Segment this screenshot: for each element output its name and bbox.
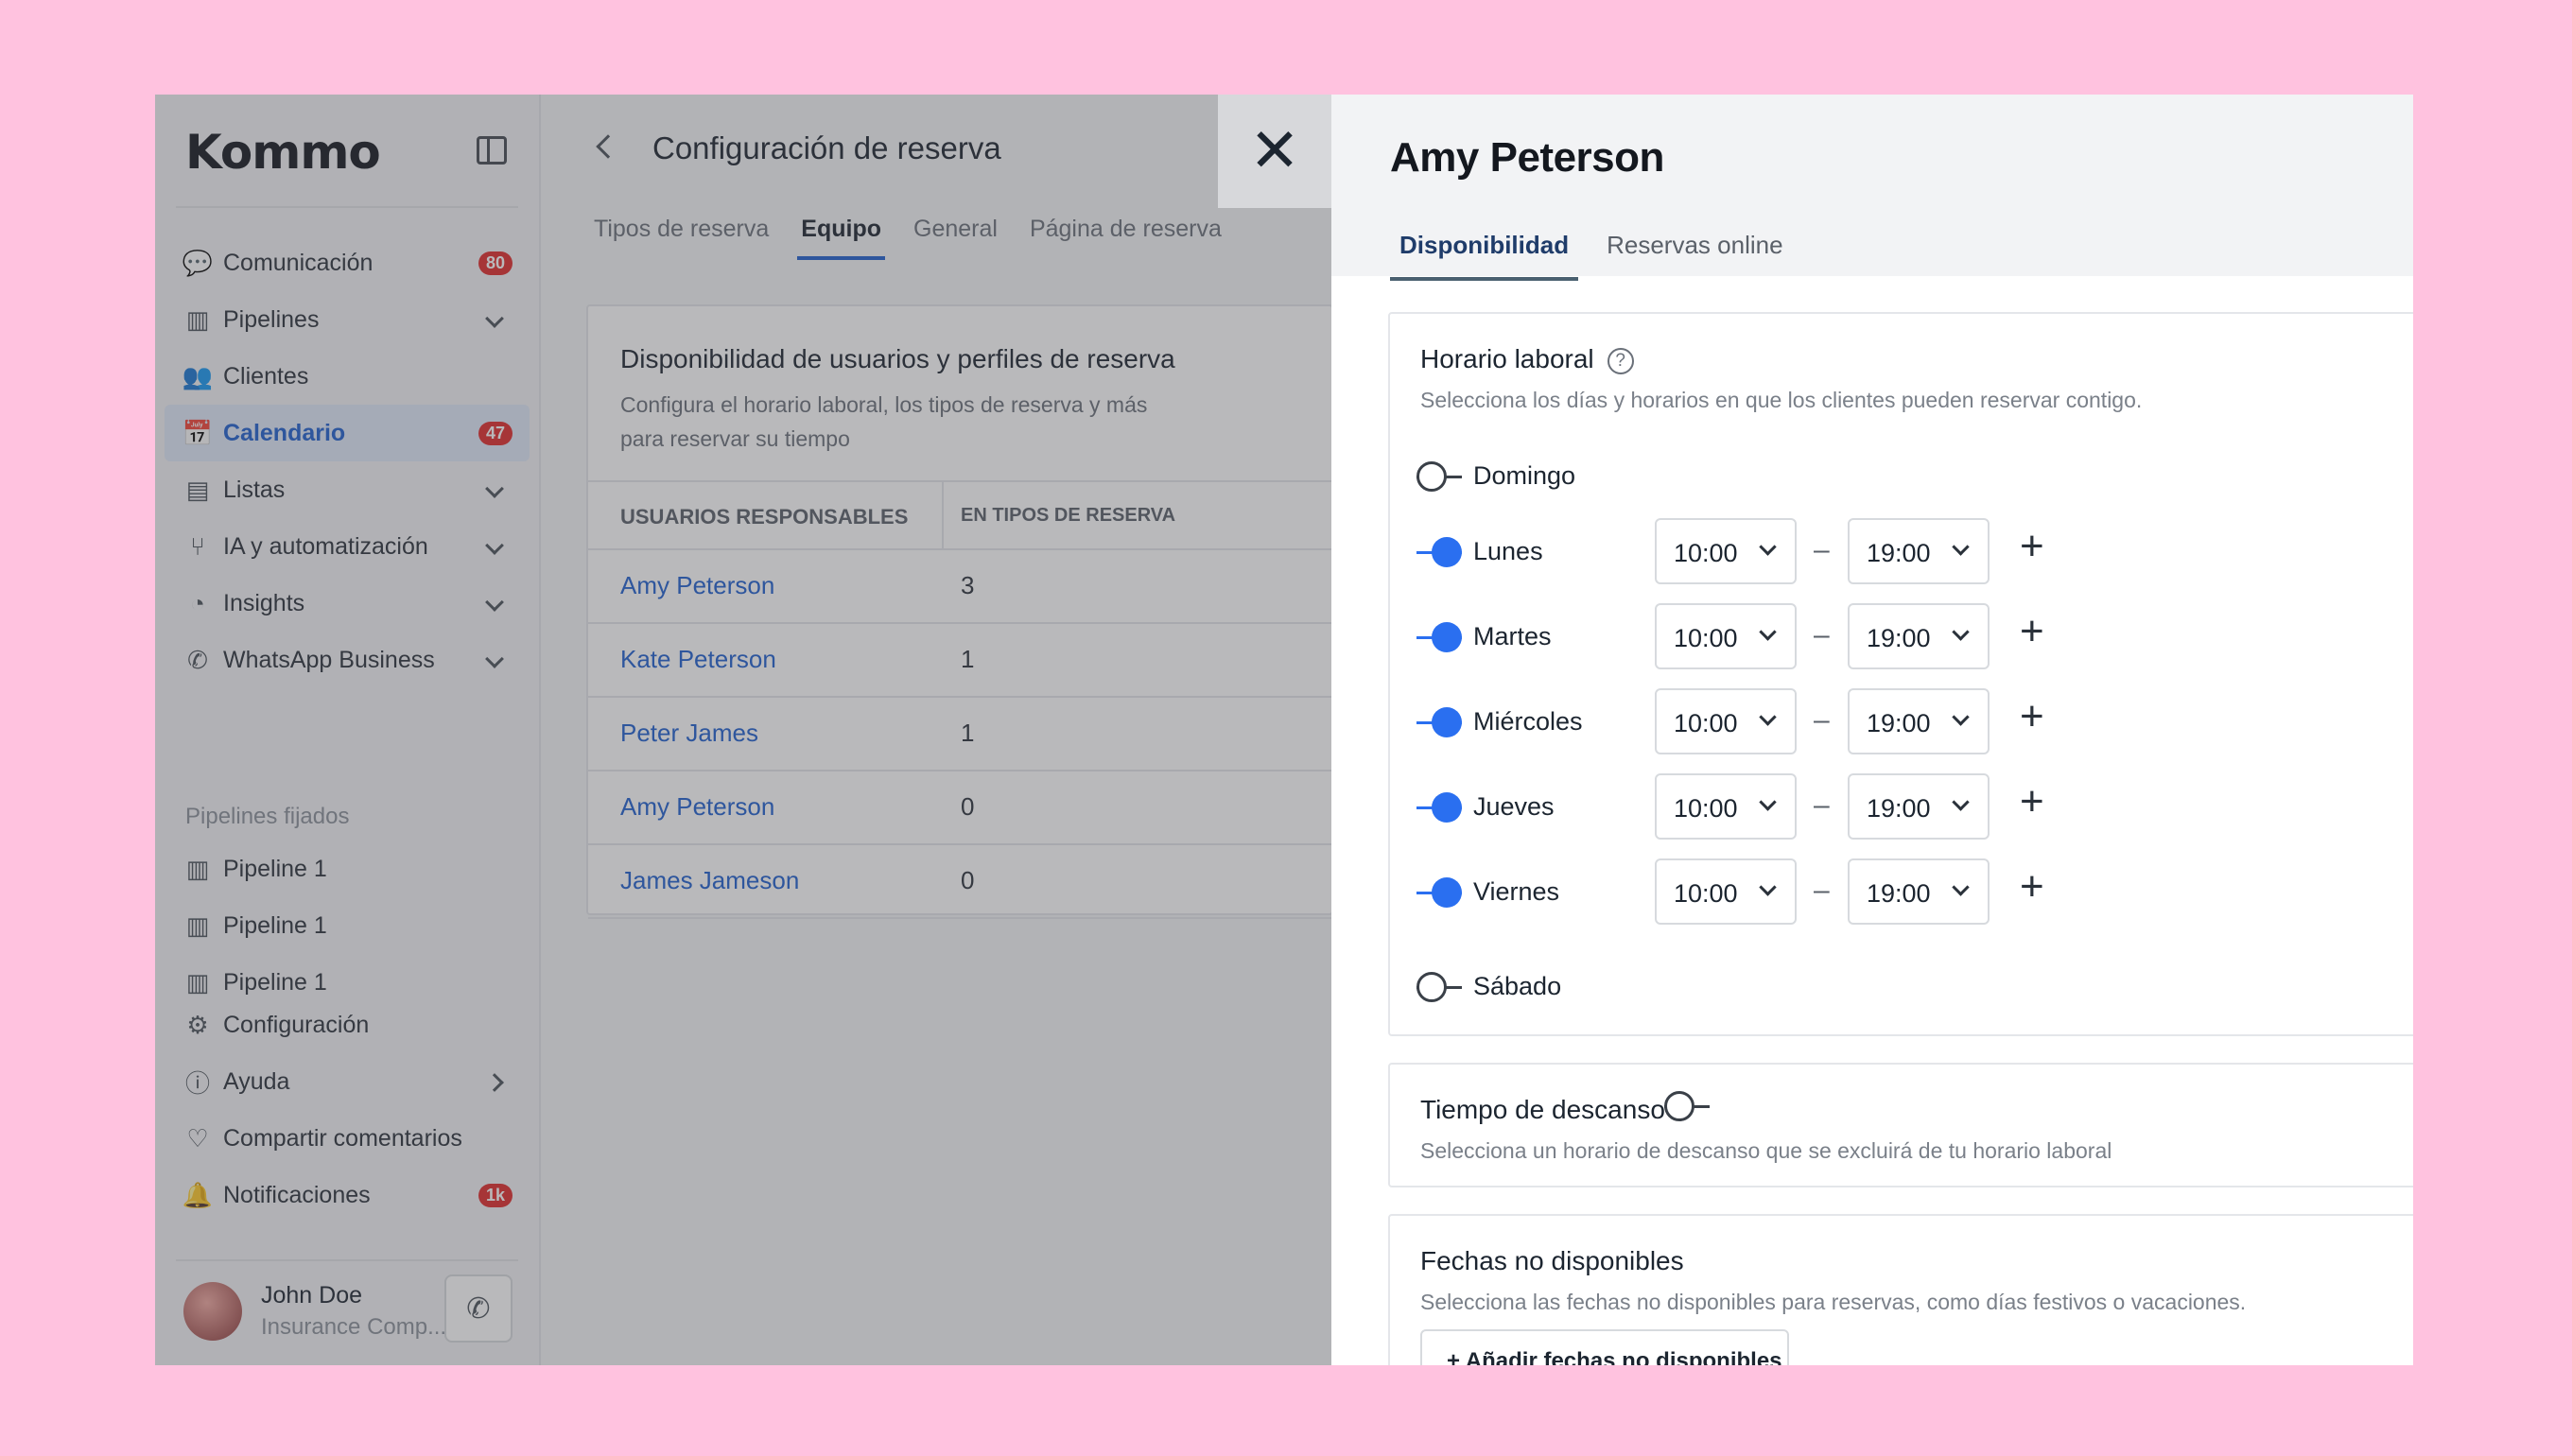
end-time-value: 19:00 — [1867, 624, 1931, 652]
start-time-value: 10:00 — [1674, 539, 1738, 567]
start-time-value: 10:00 — [1674, 709, 1738, 737]
unavailable-dates-title: Fechas no disponibles — [1420, 1246, 1684, 1275]
chevron-down-icon — [1952, 878, 1970, 896]
day-toggle[interactable] — [1416, 461, 1462, 492]
end-time-select[interactable]: 19:00 — [1848, 688, 1990, 754]
day-toggle[interactable] — [1416, 622, 1462, 652]
chevron-down-icon — [1759, 708, 1777, 726]
chevron-down-icon — [1952, 538, 1970, 556]
chevron-down-icon — [1759, 793, 1777, 811]
break-time-toggle[interactable] — [1664, 1091, 1710, 1121]
day-row-lunes: Lunes 10:00 – 19:00 + — [1416, 518, 2413, 584]
app-window: Kommo 💬 Comunicación 80 ▥ Pipelines 👥 Cl… — [155, 95, 2413, 1365]
chevron-down-icon — [1952, 708, 1970, 726]
range-separator: – — [1814, 704, 1830, 736]
end-time-value: 19:00 — [1867, 709, 1931, 737]
end-time-value: 19:00 — [1867, 539, 1931, 567]
end-time-select[interactable]: 19:00 — [1848, 518, 1990, 584]
range-separator: – — [1814, 534, 1830, 565]
start-time-select[interactable]: 10:00 — [1655, 518, 1797, 584]
section-title: Horario laboral? — [1420, 344, 1634, 374]
end-time-value: 19:00 — [1867, 879, 1931, 908]
panel-tabs: Disponibilidad Reservas online — [1390, 231, 1793, 281]
end-time-select[interactable]: 19:00 — [1848, 603, 1990, 669]
add-interval-icon[interactable]: + — [2020, 696, 2044, 737]
day-row-martes: Martes 10:00 – 19:00 + — [1416, 603, 2413, 669]
add-interval-icon[interactable]: + — [2020, 866, 2044, 908]
start-time-value: 10:00 — [1674, 794, 1738, 823]
chevron-down-icon — [1759, 623, 1777, 641]
day-row-jueves: Jueves 10:00 – 19:00 + — [1416, 773, 2413, 840]
user-availability-panel: Amy Peterson Disponibilidad Reservas onl… — [1331, 95, 2413, 1365]
day-label: Sábado — [1473, 972, 1562, 1000]
end-time-select[interactable]: 19:00 — [1848, 773, 1990, 840]
add-unavailable-dates-button[interactable]: + Añadir fechas no disponibles — [1420, 1329, 1789, 1365]
close-icon: ✕ — [1249, 116, 1300, 186]
day-label: Martes — [1473, 622, 1552, 650]
day-row-viernes: Viernes 10:00 – 19:00 + — [1416, 858, 2413, 925]
tab-reservas-online[interactable]: Reservas online — [1597, 231, 1792, 281]
range-separator: – — [1814, 789, 1830, 821]
start-time-select[interactable]: 10:00 — [1655, 688, 1797, 754]
close-button[interactable]: ✕ — [1218, 95, 1331, 208]
day-toggle[interactable] — [1416, 792, 1462, 823]
start-time-select[interactable]: 10:00 — [1655, 858, 1797, 925]
tab-disponibilidad[interactable]: Disponibilidad — [1390, 231, 1579, 281]
break-time-title: Tiempo de descanso — [1420, 1095, 1665, 1124]
panel-header: Amy Peterson Disponibilidad Reservas onl… — [1331, 95, 2413, 281]
working-hours-section: Horario laboral? Selecciona los días y h… — [1388, 312, 2413, 1036]
range-separator: – — [1814, 619, 1830, 650]
day-toggle[interactable] — [1416, 537, 1462, 567]
end-time-value: 19:00 — [1867, 794, 1931, 823]
start-time-value: 10:00 — [1674, 879, 1738, 908]
start-time-value: 10:00 — [1674, 624, 1738, 652]
add-interval-icon[interactable]: + — [2020, 526, 2044, 567]
chevron-down-icon — [1952, 623, 1970, 641]
start-time-select[interactable]: 10:00 — [1655, 603, 1797, 669]
day-toggle[interactable] — [1416, 972, 1462, 1002]
section-description: Selecciona las fechas no disponibles par… — [1420, 1290, 2247, 1314]
question-icon[interactable]: ? — [1607, 348, 1634, 374]
section-description: Selecciona los días y horarios en que lo… — [1420, 388, 2143, 412]
day-toggle[interactable] — [1416, 707, 1462, 737]
working-hours-title: Horario laboral — [1420, 344, 1594, 373]
day-label: Lunes — [1473, 537, 1543, 565]
day-label: Viernes — [1473, 877, 1560, 906]
day-row-sabado: Sábado — [1416, 953, 2413, 1019]
chevron-down-icon — [1952, 793, 1970, 811]
modal-backdrop[interactable]: ✕ — [155, 95, 1331, 1365]
chevron-down-icon — [1759, 538, 1777, 556]
add-interval-icon[interactable]: + — [2020, 781, 2044, 823]
day-row-miercoles: Miércoles 10:00 – 19:00 + — [1416, 688, 2413, 754]
day-label: Domingo — [1473, 461, 1576, 490]
end-time-select[interactable]: 19:00 — [1848, 858, 1990, 925]
day-toggle[interactable] — [1416, 877, 1462, 908]
day-label: Miércoles — [1473, 707, 1583, 736]
day-row-domingo: Domingo — [1416, 442, 2413, 509]
panel-title: Amy Peterson — [1390, 134, 1664, 181]
start-time-select[interactable]: 10:00 — [1655, 773, 1797, 840]
break-time-section: Tiempo de descanso Selecciona un horario… — [1388, 1063, 2413, 1187]
range-separator: – — [1814, 875, 1830, 906]
chevron-down-icon — [1759, 878, 1777, 896]
add-interval-icon[interactable]: + — [2020, 611, 2044, 652]
unavailable-dates-section: Fechas no disponibles Selecciona las fec… — [1388, 1214, 2413, 1365]
section-description: Selecciona un horario de descanso que se… — [1420, 1138, 2112, 1163]
day-label: Jueves — [1473, 792, 1555, 821]
